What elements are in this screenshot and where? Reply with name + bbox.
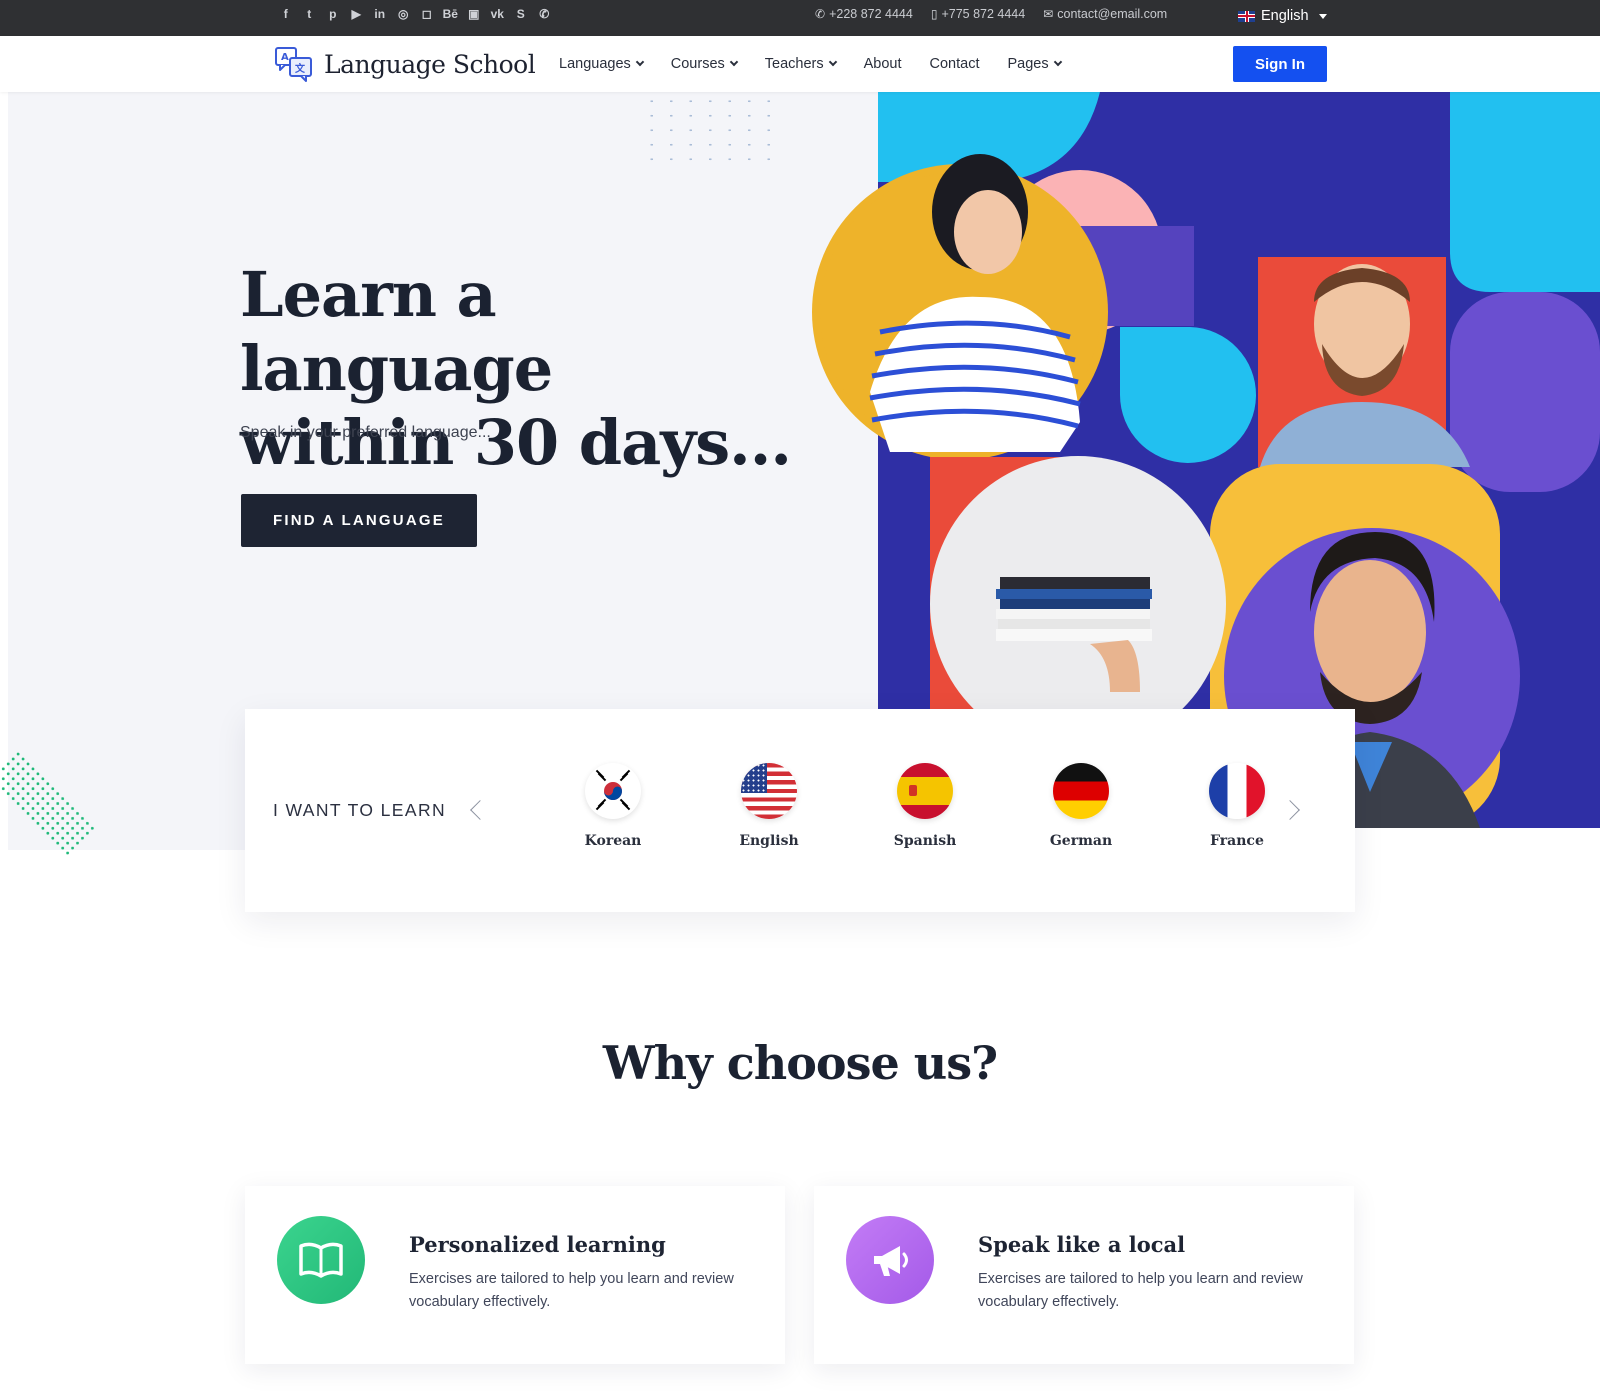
menu-item-label: Courses [670, 56, 725, 72]
carousel-prev-button[interactable] [467, 797, 490, 823]
language-name: Spanish [893, 833, 957, 849]
feature-card-title: Speak like a local [978, 1232, 1186, 1257]
menu-item-label: Pages [1007, 56, 1049, 72]
menu-item-pages[interactable]: Pages [1008, 56, 1089, 72]
language-option-german[interactable]: German [1003, 763, 1159, 849]
germany-flag-icon [1053, 763, 1109, 819]
site-logo[interactable]: A 文 Language School [274, 45, 536, 83]
svg-text:A: A [281, 52, 289, 63]
feature-card-personalized: Personalized learning Exercises are tail… [245, 1186, 785, 1364]
language-selector-label: English [1261, 8, 1309, 24]
language-carousel: Korean English Spanish German France [535, 763, 1315, 849]
spain-flag-icon [897, 763, 953, 819]
email-contact[interactable]: ✉ contact@email.com [1043, 7, 1167, 21]
instagram-icon[interactable]: ◻ [415, 0, 439, 28]
language-selector[interactable]: English [1238, 0, 1327, 32]
main-menu: Languages Courses Teachers About Contact… [559, 36, 1089, 92]
hero-title-line-1: Learn a language [240, 258, 553, 405]
phone-contact[interactable]: ✆ +228 872 4444 [815, 7, 913, 21]
book-icon [277, 1216, 365, 1304]
envelope-icon: ✉ [1043, 7, 1054, 21]
hero-title-line-2: within 30 days... [240, 406, 792, 479]
decorative-dot-grid [642, 94, 772, 170]
social-links: f t p ▶ in ◎ ◻ Bē ▣ vk S ✆ [274, 0, 556, 28]
caret-down-icon [1318, 13, 1327, 19]
mobile-number: +775 872 4444 [941, 7, 1026, 21]
youtube-icon[interactable]: ▶ [345, 0, 369, 28]
chevron-left-icon [470, 800, 490, 820]
svg-text:文: 文 [295, 62, 306, 75]
find-language-button[interactable]: FIND A LANGUAGE [241, 494, 477, 547]
menu-item-label: Teachers [764, 56, 824, 72]
usa-flag-icon [741, 763, 797, 819]
menu-item-about[interactable]: About [864, 56, 930, 72]
chevron-down-icon [1053, 57, 1062, 67]
chevron-right-icon [1280, 800, 1300, 820]
hero-title: Learn a language within 30 days... [240, 258, 800, 480]
contact-info: ✆ +228 872 4444 ▯ +775 872 4444 ✉ contac… [815, 0, 1167, 28]
why-choose-us-heading: Why choose us? [602, 1036, 998, 1090]
uk-flag-icon [1238, 10, 1255, 22]
dribbble-icon[interactable]: ◎ [392, 0, 416, 28]
language-option-english[interactable]: English [691, 763, 847, 849]
logo-text: Language School [324, 49, 536, 79]
feature-card-speak-local: Speak like a local Exercises are tailore… [814, 1186, 1354, 1364]
hero-subtitle: Speak in your preferred language... [240, 424, 491, 441]
feature-card-text: Exercises are tailored to help you learn… [978, 1271, 1303, 1310]
menu-item-teachers[interactable]: Teachers [765, 56, 864, 72]
logo-speech-bubbles-icon: A 文 [275, 47, 312, 82]
language-picker-label: I WANT TO LEARN [273, 800, 447, 820]
whatsapp-icon[interactable]: ✆ [533, 0, 557, 28]
carousel-next-button[interactable] [1280, 797, 1303, 823]
facebook-icon[interactable]: f [274, 0, 298, 28]
top-bar: f t p ▶ in ◎ ◻ Bē ▣ vk S ✆ ✆ +228 872 44… [0, 0, 1600, 36]
language-name: German [1049, 833, 1113, 849]
menu-item-contact[interactable]: Contact [930, 56, 1008, 72]
menu-item-languages[interactable]: Languages [559, 56, 671, 72]
phone-number: +228 872 4444 [829, 7, 913, 21]
linkedin-icon[interactable]: in [368, 0, 392, 28]
vk-icon[interactable]: vk [486, 0, 510, 28]
mobile-icon: ▯ [930, 7, 938, 21]
mobile-contact[interactable]: ▯ +775 872 4444 [931, 7, 1025, 21]
feature-card-text: Exercises are tailored to help you learn… [409, 1271, 734, 1310]
behance-icon[interactable]: Bē [439, 0, 463, 28]
phone-icon: ✆ [815, 7, 826, 21]
email-address: contact@email.com [1057, 7, 1168, 21]
flickr-icon[interactable]: ▣ [462, 0, 486, 28]
menu-item-label: Contact [929, 56, 980, 72]
language-name: France [1210, 833, 1264, 849]
menu-item-label: Languages [559, 56, 631, 72]
france-flag-icon [1209, 763, 1265, 819]
chevron-down-icon [729, 57, 739, 67]
menu-item-label: About [863, 56, 902, 72]
sign-in-button[interactable]: Sign In [1233, 46, 1327, 82]
korea-flag-icon [585, 763, 641, 819]
language-option-korean[interactable]: Korean [535, 763, 691, 849]
chevron-down-icon [828, 57, 837, 67]
skype-icon[interactable]: S [509, 0, 533, 28]
language-name: Korean [584, 833, 642, 849]
pinterest-icon[interactable]: p [321, 0, 345, 28]
language-name: English [739, 833, 799, 849]
feature-card-title: Personalized learning [409, 1232, 666, 1257]
megaphone-icon [846, 1216, 934, 1304]
main-navbar: A 文 Language School Languages Courses Te… [0, 36, 1600, 92]
chevron-down-icon [635, 57, 645, 67]
language-picker: I WANT TO LEARN Korean English Spanish G… [245, 709, 1355, 912]
language-option-spanish[interactable]: Spanish [847, 763, 1003, 849]
menu-item-courses[interactable]: Courses [671, 56, 765, 72]
twitter-icon[interactable]: t [298, 0, 322, 28]
